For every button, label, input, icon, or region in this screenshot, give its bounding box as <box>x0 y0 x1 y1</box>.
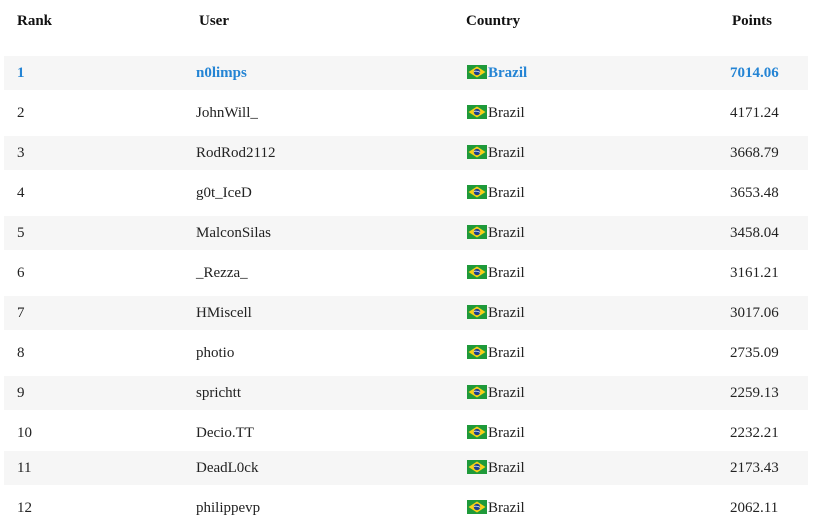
rank-cell: 5 <box>17 225 25 241</box>
rank-cell: 8 <box>17 345 25 361</box>
country-name: Brazil <box>488 265 525 281</box>
country-name: Brazil <box>488 185 525 201</box>
country-name: Brazil <box>488 225 525 241</box>
country-name: Brazil <box>488 145 525 161</box>
user-link[interactable]: MalconSilas <box>196 216 271 250</box>
table-row[interactable]: 7 HMiscell Brazil 3017.06 <box>4 296 808 330</box>
points-cell: 7014.06 <box>730 65 779 81</box>
table-row[interactable]: 5 MalconSilas Brazil 3458.04 <box>4 216 808 250</box>
user-link[interactable]: HMiscell <box>196 296 252 330</box>
table-row[interactable]: 12 philippevp Brazil 2062.11 <box>4 491 808 525</box>
brazil-flag-icon <box>467 500 487 514</box>
points-column-header[interactable]: Points <box>732 13 772 30</box>
country-name: Brazil <box>488 305 525 321</box>
user-link[interactable]: philippevp <box>196 491 260 525</box>
table-row[interactable]: 1 n0limps Brazil 7014.06 <box>4 56 808 90</box>
table-row[interactable]: 4 g0t_IceD Brazil 3653.48 <box>4 176 808 210</box>
brazil-flag-icon <box>467 425 487 439</box>
country-cell: Brazil <box>467 136 525 170</box>
points-cell: 2062.11 <box>730 500 779 516</box>
table-row[interactable]: 9 sprichtt Brazil 2259.13 <box>4 376 808 410</box>
user-link[interactable]: RodRod2112 <box>196 136 275 170</box>
brazil-flag-icon <box>467 145 487 159</box>
country-cell: Brazil <box>467 376 525 410</box>
country-cell: Brazil <box>467 256 525 290</box>
brazil-flag-icon <box>467 345 487 359</box>
points-cell: 2735.09 <box>730 345 779 361</box>
brazil-flag-icon <box>467 65 487 79</box>
user-link[interactable]: Decio.TT <box>196 416 254 450</box>
points-cell: 3017.06 <box>730 305 779 321</box>
points-cell: 3161.21 <box>730 265 779 281</box>
rank-column-header[interactable]: Rank <box>17 13 52 30</box>
country-name: Brazil <box>488 65 528 81</box>
rank-cell: 6 <box>17 265 25 281</box>
user-link[interactable]: JohnWill_ <box>196 96 258 130</box>
brazil-flag-icon <box>467 185 487 199</box>
points-cell: 4171.24 <box>730 105 779 121</box>
user-link[interactable]: DeadL0ck <box>196 451 258 485</box>
country-name: Brazil <box>488 460 525 476</box>
country-cell: Brazil <box>467 216 525 250</box>
country-name: Brazil <box>488 345 525 361</box>
points-cell: 2259.13 <box>730 385 779 401</box>
brazil-flag-icon <box>467 265 487 279</box>
user-link[interactable]: photio <box>196 336 234 370</box>
brazil-flag-icon <box>467 305 487 319</box>
leaderboard: Rank User Country Points 1 n0limps Brazi… <box>0 0 826 524</box>
rank-cell: 9 <box>17 385 25 401</box>
brazil-flag-icon <box>467 460 487 474</box>
leaderboard-header: Rank User Country Points <box>0 0 826 44</box>
points-cell: 3668.79 <box>730 145 779 161</box>
country-column-header[interactable]: Country <box>466 13 520 30</box>
table-row[interactable]: 10 Decio.TT Brazil 2232.21 <box>4 416 808 450</box>
rank-cell: 11 <box>17 460 32 476</box>
points-cell: 2173.43 <box>730 460 779 476</box>
country-cell: Brazil <box>467 56 527 90</box>
table-row[interactable]: 6 _Rezza_ Brazil 3161.21 <box>4 256 808 290</box>
country-cell: Brazil <box>467 336 525 370</box>
brazil-flag-icon <box>467 105 487 119</box>
user-link[interactable]: _Rezza_ <box>196 256 248 290</box>
user-link[interactable]: n0limps <box>196 56 247 90</box>
rank-cell: 10 <box>17 425 32 441</box>
points-cell: 2232.21 <box>730 425 779 441</box>
points-cell: 3653.48 <box>730 185 779 201</box>
rank-cell: 3 <box>17 145 25 161</box>
brazil-flag-icon <box>467 385 487 399</box>
points-cell: 3458.04 <box>730 225 779 241</box>
user-column-header[interactable]: User <box>199 13 229 30</box>
country-name: Brazil <box>488 385 525 401</box>
user-link[interactable]: g0t_IceD <box>196 176 252 210</box>
table-row[interactable]: 11 DeadL0ck Brazil 2173.43 <box>4 451 808 485</box>
country-name: Brazil <box>488 500 525 516</box>
rank-cell: 4 <box>17 185 25 201</box>
country-cell: Brazil <box>467 451 525 485</box>
table-row[interactable]: 8 photio Brazil 2735.09 <box>4 336 808 370</box>
table-row[interactable]: 3 RodRod2112 Brazil 3668.79 <box>4 136 808 170</box>
country-cell: Brazil <box>467 176 525 210</box>
brazil-flag-icon <box>467 225 487 239</box>
country-cell: Brazil <box>467 416 525 450</box>
country-name: Brazil <box>488 105 525 121</box>
user-link[interactable]: sprichtt <box>196 376 241 410</box>
rank-cell: 12 <box>17 500 32 516</box>
rank-cell: 7 <box>17 305 25 321</box>
rank-cell: 1 <box>17 65 25 81</box>
country-name: Brazil <box>488 425 525 441</box>
rank-cell: 2 <box>17 105 25 121</box>
country-cell: Brazil <box>467 96 525 130</box>
country-cell: Brazil <box>467 296 525 330</box>
table-row[interactable]: 2 JohnWill_ Brazil 4171.24 <box>4 96 808 130</box>
country-cell: Brazil <box>467 491 525 525</box>
